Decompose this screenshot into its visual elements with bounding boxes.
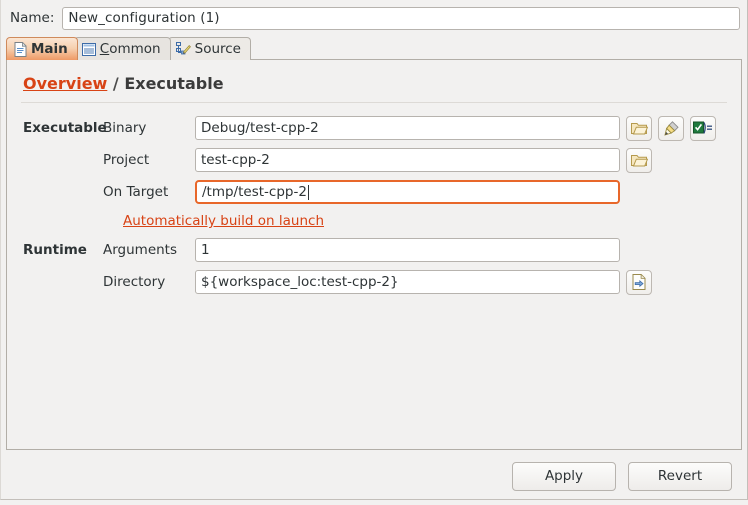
binary-label: Binary — [103, 120, 147, 136]
arguments-input[interactable]: 1 — [195, 238, 620, 262]
runtime-section-label: Runtime — [23, 242, 87, 258]
document-icon — [14, 41, 27, 57]
main-tab-page: Overview / Executable Executable Binary … — [6, 59, 742, 450]
directory-value: ${workspace_loc:test-cpp-2} — [201, 274, 399, 290]
arguments-label: Arguments — [103, 242, 178, 258]
search-project-button[interactable] — [658, 115, 684, 141]
arguments-value: 1 — [201, 242, 210, 258]
variables-binary-button[interactable] — [690, 115, 716, 141]
breadcrumb-overview-link[interactable]: Overview — [23, 74, 107, 93]
tab-source[interactable]: Source — [167, 37, 251, 60]
auto-build-row: Automatically build on launch — [7, 208, 743, 234]
executable-section-label: Executable — [23, 120, 107, 136]
project-label: Project — [103, 152, 150, 168]
directory-row: Directory ${workspace_loc:test-cpp-2} — [7, 266, 743, 298]
revert-button[interactable]: Revert — [628, 461, 732, 491]
automatically-build-on-launch-link[interactable]: Automatically build on launch — [123, 213, 324, 229]
breadcrumb-current: Executable — [124, 74, 224, 93]
file-arrow-icon — [632, 274, 646, 290]
text-caret — [307, 184, 309, 200]
binary-value: Debug/test-cpp-2 — [201, 120, 319, 136]
tab-main[interactable]: Main — [6, 37, 78, 60]
tab-source-label: Source — [194, 41, 241, 57]
tab-common-label: Common — [99, 41, 161, 57]
browse-directory-button[interactable] — [626, 269, 652, 295]
on-target-input[interactable]: /tmp/test-cpp-2 — [195, 180, 620, 204]
tab-main-label: Main — [31, 41, 68, 57]
directory-label: Directory — [103, 274, 166, 290]
configuration-name-label: Name: — [10, 10, 55, 26]
on-target-row: On Target /tmp/test-cpp-2 — [7, 176, 743, 208]
arguments-row: Runtime Arguments 1 — [7, 234, 743, 266]
binary-input[interactable]: Debug/test-cpp-2 — [195, 116, 620, 140]
header-divider — [21, 102, 727, 103]
project-value: test-cpp-2 — [201, 152, 270, 168]
directory-input[interactable]: ${workspace_loc:test-cpp-2} — [195, 270, 620, 294]
folder-open-icon — [630, 153, 648, 167]
project-row: Project test-cpp-2 — [7, 144, 743, 176]
tab-common[interactable]: Common — [73, 37, 171, 60]
apply-button[interactable]: Apply — [512, 461, 616, 491]
configuration-name-value: New_configuration (1) — [68, 10, 220, 26]
marker-pen-icon — [663, 120, 680, 136]
dialog-button-bar: Apply Revert — [0, 459, 748, 493]
folder-open-icon — [630, 121, 648, 135]
browse-project-button[interactable] — [626, 147, 652, 173]
breadcrumb-separator: / — [112, 74, 119, 93]
list-icon — [81, 42, 96, 56]
tab-folder: Main Common Source Overview / Executable… — [6, 37, 742, 450]
project-input[interactable]: test-cpp-2 — [195, 148, 620, 172]
tab-bar: Main Common Source — [6, 37, 742, 60]
binary-row: Executable Binary Debug/test-cpp-2 — [7, 112, 743, 144]
main-form: Executable Binary Debug/test-cpp-2 Proje… — [7, 112, 743, 298]
on-target-value: /tmp/test-cpp-2 — [202, 184, 307, 200]
configuration-name-row: Name: New_configuration (1) — [0, 4, 748, 32]
browse-binary-button[interactable] — [626, 115, 652, 141]
launch-configuration-dialog: Name: New_configuration (1) Main Common … — [0, 0, 748, 505]
configuration-name-input[interactable]: New_configuration (1) — [62, 6, 740, 30]
tree-edit-icon — [175, 41, 191, 57]
variables-icon — [693, 121, 713, 135]
breadcrumb: Overview / Executable — [23, 74, 224, 93]
on-target-label: On Target — [103, 184, 169, 200]
